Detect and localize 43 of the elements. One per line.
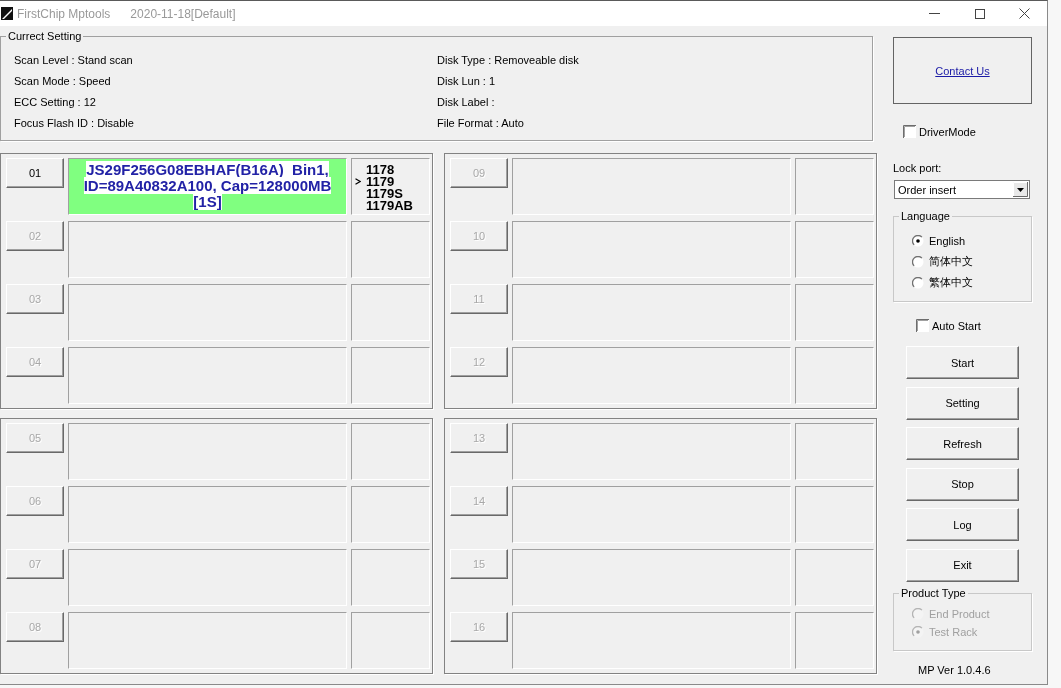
checkbox-label[interactable]: Auto Start [932, 319, 981, 332]
action-button[interactable]: Start [906, 346, 1019, 379]
radio-label[interactable]: 简体中文 [929, 254, 973, 269]
window-title: FirstChip Mptools [17, 6, 111, 21]
version-text: 1179S [366, 187, 403, 200]
chip-info-text: JS29F256G08EBHAF(B16A) Bin1, ID=89A40832A100, Cap=128000MB [1S] [83, 162, 332, 210]
version-text: 1179AB [366, 199, 413, 212]
lock-port-dropdown[interactable]: Order insert [894, 180, 1030, 199]
setting-text: ECC Setting : 12 [14, 95, 97, 110]
action-button[interactable]: Log [906, 508, 1019, 542]
version-text: MP Ver 1.0.4.6 [917, 662, 992, 677]
build-date-text: 2020-11-18[Default] [130, 6, 236, 21]
radio-button[interactable] [912, 234, 924, 247]
setting-text: Disk Lun : 1 [437, 74, 497, 89]
setting-text: Focus Flash ID : Disable [14, 116, 135, 131]
setting-text: Disk Type : Removeable disk [437, 53, 580, 68]
group-title: Currect Setting [7, 30, 83, 43]
action-button[interactable]: Refresh [906, 427, 1019, 461]
version-text: 1178 [366, 164, 395, 176]
radio-button[interactable] [912, 255, 924, 268]
maximize-icon [974, 8, 985, 19]
close-icon [1019, 8, 1030, 19]
radio-label[interactable]: 繁体中文 [929, 275, 973, 290]
setting-text: Disk Label : [437, 95, 496, 110]
dropdown-arrow-icon [1013, 182, 1028, 197]
action-button[interactable]: Stop [906, 467, 1019, 501]
group-title: Language [900, 210, 951, 223]
group-title: Product Type [900, 586, 967, 600]
setting-text: Scan Mode : Speed [14, 74, 112, 89]
minimize-icon [929, 13, 940, 14]
setting-text: Scan Level : Stand scan [14, 53, 134, 68]
port-button[interactable]: 01 [6, 158, 64, 188]
radio-button[interactable] [912, 276, 924, 289]
contact-link[interactable]: Contact Us [935, 64, 990, 77]
field-label: Lock port: [893, 161, 943, 175]
version-text: 1179 [366, 175, 395, 188]
action-button[interactable]: Exit [906, 548, 1019, 582]
checkbox[interactable] [916, 319, 929, 332]
setting-text: File Format : Auto [437, 116, 525, 131]
action-button[interactable]: Setting [906, 386, 1019, 420]
radio-label[interactable]: English [929, 234, 966, 247]
checkbox[interactable] [903, 125, 916, 138]
checkbox-label[interactable]: DriverMode [919, 125, 976, 138]
